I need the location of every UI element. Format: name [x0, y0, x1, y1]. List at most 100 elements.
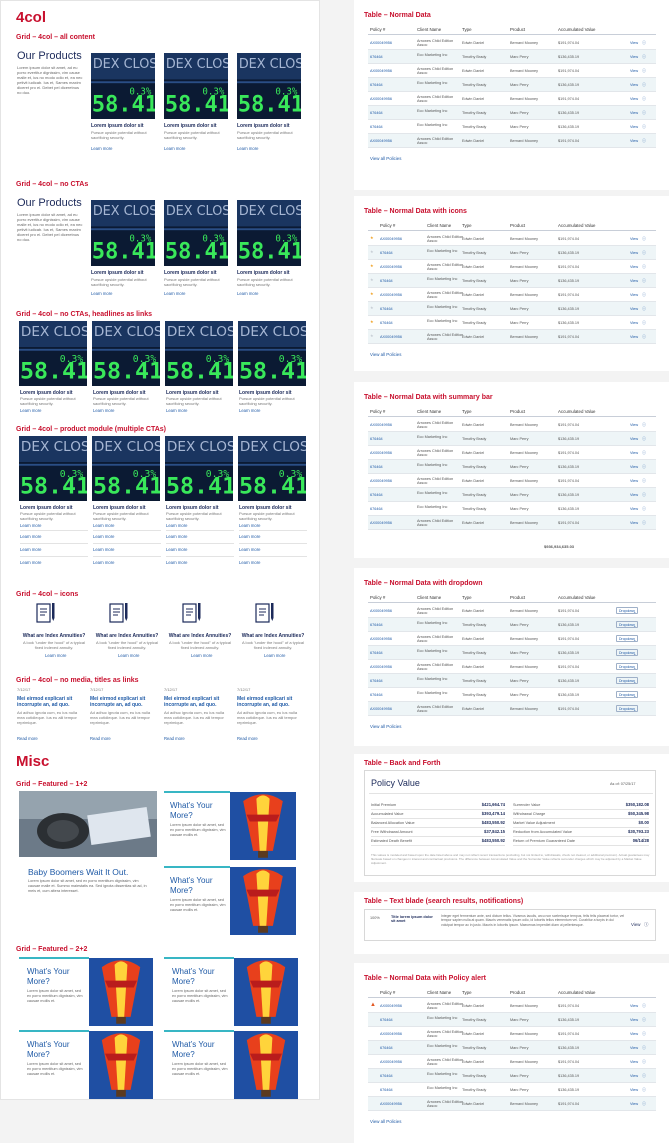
policy-number-link[interactable]: AX00049956 [370, 139, 392, 143]
table-row[interactable]: AX00049956 Arrowes Child Edition Assoc Edw… [368, 64, 656, 78]
table-row[interactable]: ▲ AX00049956 Arrowes Child Edition Assoc Ed… [368, 999, 656, 1013]
table-row[interactable]: 676464 Eco Marketing Inc Timothy Brady Marc… [368, 674, 656, 688]
view-arrow-icon[interactable]: ⓘ [642, 320, 646, 326]
table-row[interactable]: ★ 676464 Eco Marketing Inc Timothy Brady Mar… [368, 274, 656, 288]
policy-number-link[interactable]: AX00049956 [370, 97, 392, 101]
policy-number-link[interactable]: 676464 [370, 55, 383, 59]
table-row[interactable]: 676464 Eco Marketing Inc Timothy Brady Marc… [368, 1083, 656, 1097]
table-row[interactable]: 676464 Eco Marketing Inc Timothy Brady Marc… [368, 460, 656, 474]
column-header[interactable]: Type [462, 27, 472, 32]
table-row[interactable]: AX00049956 Arrowes Child Edition Assoc Edw… [368, 1027, 656, 1041]
view-link[interactable]: View [630, 1102, 638, 1106]
policy-number-link[interactable]: 676464 [370, 83, 383, 87]
learn-more-link[interactable]: Learn more [118, 653, 139, 658]
view-arrow-icon[interactable]: ⓘ [642, 124, 646, 130]
learn-more-link[interactable]: Learn more [191, 653, 212, 658]
learn-more-link[interactable]: Learn more [166, 408, 187, 413]
column-header[interactable]: Client Name [417, 595, 441, 600]
table-row[interactable]: AX00049956 Arrowes Child Edition Assoc Edw… [368, 516, 656, 530]
view-link[interactable]: View [630, 265, 638, 269]
view-arrow-icon[interactable]: ⓘ [642, 334, 646, 340]
policy-number-link[interactable]: 676464 [370, 437, 383, 441]
view-arrow-icon[interactable]: ⓘ [642, 1087, 646, 1093]
learn-more-link[interactable]: Learn more [20, 534, 41, 539]
table-row[interactable]: 676464 Eco Marketing Inc Timothy Brady Marc… [368, 432, 656, 446]
view-link[interactable]: View [630, 55, 638, 59]
table-row[interactable]: 676464 Eco Marketing Inc Timothy Brady Marc… [368, 1041, 656, 1055]
policy-number-link[interactable]: AX00049956 [370, 41, 392, 45]
view-link[interactable]: View [630, 1032, 638, 1036]
view-link[interactable]: View [630, 1018, 638, 1022]
view-link[interactable]: View [630, 451, 638, 455]
view-link[interactable]: View [630, 335, 638, 339]
row-dropdown[interactable]: Dropdown ⌄ [616, 635, 638, 642]
learn-more-link[interactable]: Learn more [20, 523, 41, 528]
view-arrow-icon[interactable]: ⓘ [642, 292, 646, 298]
view-link[interactable]: View [630, 507, 638, 511]
table-row[interactable]: AX00049956 Arrowes Child Edition Assoc Edw… [368, 604, 656, 618]
star-outline-icon[interactable]: ★ [370, 333, 373, 339]
table-row[interactable]: AX00049956 Arrowes Child Edition Assoc Edw… [368, 660, 656, 674]
column-header[interactable]: Accumulated Value [558, 409, 596, 414]
policy-number-link[interactable]: AX00049956 [370, 637, 392, 641]
view-link[interactable]: View [630, 1004, 638, 1008]
table-row[interactable]: ★ 676464 Eco Marketing Inc Timothy Brady Mar… [368, 302, 656, 316]
table-row[interactable]: AX00049956 Arrowes Child Edition Assoc Edw… [368, 1097, 656, 1111]
learn-more-link[interactable]: Learn more [45, 653, 66, 658]
policy-number-link[interactable]: 676464 [370, 111, 383, 115]
column-header[interactable]: Client Name [417, 27, 441, 32]
view-arrow-icon[interactable]: ⓘ [642, 492, 646, 498]
table-row[interactable]: ★ AX00049956 Arrowes Child Edition Assoc Ed… [368, 330, 656, 344]
view-arrow-icon[interactable]: ⓘ [642, 96, 646, 102]
policy-number-link[interactable]: 676464 [370, 493, 383, 497]
view-link[interactable]: View [630, 139, 638, 143]
policy-number-link[interactable]: AX00049956 [370, 521, 392, 525]
post-title-link[interactable]: Mei eirmod explicari sit incorrupte an, … [17, 696, 87, 708]
column-header[interactable]: Policy # [370, 409, 385, 414]
read-more-link[interactable]: Read more [90, 736, 111, 741]
view-link[interactable]: View [630, 1074, 638, 1078]
view-arrow-icon[interactable]: ⓘ [642, 1073, 646, 1079]
table-row[interactable]: AX00049956 Arrowes Child Edition Assoc Edw… [368, 1055, 656, 1069]
table-row[interactable]: 676464 Eco Marketing Inc Timothy Brady Marc… [368, 1069, 656, 1083]
column-header[interactable]: Client Name [427, 990, 451, 995]
policy-number-link[interactable]: 676464 [380, 251, 393, 255]
view-link[interactable]: View [630, 307, 638, 311]
policy-number-link[interactable]: 676464 [370, 651, 383, 655]
table-row[interactable]: 676464 Eco Marketing Inc Timothy Brady Marc… [368, 106, 656, 120]
policy-number-link[interactable]: 676464 [370, 125, 383, 129]
table-row[interactable]: 676464 Eco Marketing Inc Timothy Brady Marc… [368, 688, 656, 702]
star-filled-icon[interactable]: ★ [370, 291, 373, 297]
column-header[interactable]: Type [462, 409, 472, 414]
policy-number-link[interactable]: AX00049956 [380, 265, 402, 269]
policy-number-link[interactable]: 676464 [370, 623, 383, 627]
policy-number-link[interactable]: 676464 [380, 1018, 393, 1022]
learn-more-link[interactable]: Learn more [164, 146, 185, 151]
row-dropdown[interactable]: Dropdown ⌄ [616, 621, 638, 628]
policy-number-link[interactable]: 676464 [370, 465, 383, 469]
policy-number-link[interactable]: 676464 [380, 321, 393, 325]
column-header[interactable]: Type [462, 990, 472, 995]
table-row[interactable]: ★ 676464 Eco Marketing Inc Timothy Brady Mar… [368, 316, 656, 330]
column-header[interactable]: Product [510, 595, 525, 600]
view-arrow-icon[interactable]: ⓘ [642, 110, 646, 116]
learn-more-link[interactable]: Learn more [237, 146, 258, 151]
star-outline-icon[interactable]: ★ [370, 305, 373, 311]
view-link[interactable]: View [630, 251, 638, 255]
learn-more-link[interactable]: Learn more [166, 523, 187, 528]
view-all-policies-link[interactable]: View all Policies [370, 724, 401, 729]
learn-more-link[interactable]: Learn more [166, 560, 187, 565]
column-header[interactable]: Client Name [417, 409, 441, 414]
policy-number-link[interactable]: AX00049956 [380, 335, 402, 339]
table-row[interactable]: 676464 Eco Marketing Inc Timothy Brady Marc… [368, 488, 656, 502]
learn-more-link[interactable]: Learn more [91, 291, 112, 296]
policy-number-link[interactable]: AX00049956 [380, 293, 402, 297]
star-filled-icon[interactable]: ★ [370, 235, 373, 241]
policy-number-link[interactable]: AX00049956 [380, 1102, 402, 1106]
row-dropdown[interactable]: Dropdown ⌄ [616, 649, 638, 656]
column-header[interactable]: Policy # [380, 223, 395, 228]
view-link[interactable]: View [630, 1088, 638, 1092]
view-arrow-icon[interactable]: ⓘ [642, 436, 646, 442]
column-header[interactable]: Accumulated Value [558, 223, 596, 228]
table-row[interactable]: AX00049956 Arrowes Child Edition Assoc Edw… [368, 134, 656, 148]
